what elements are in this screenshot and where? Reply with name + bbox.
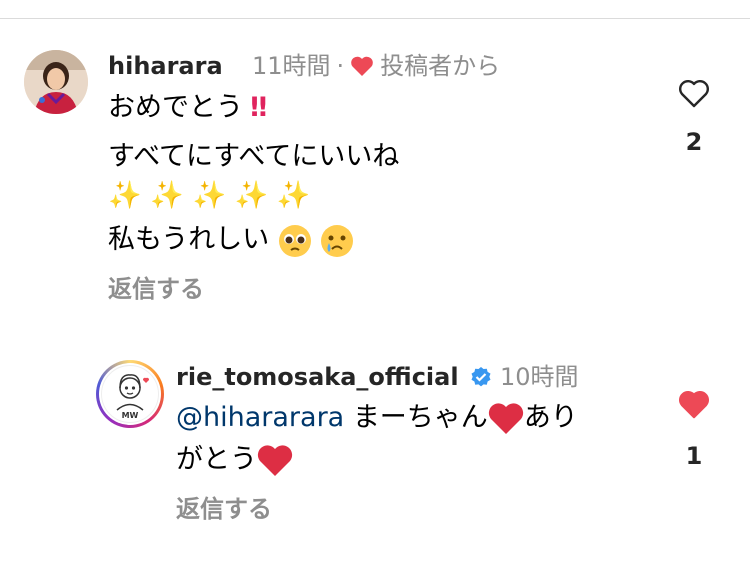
comment-reply-button[interactable]: 返信する bbox=[108, 274, 204, 304]
pleading-face-icon bbox=[278, 224, 311, 257]
sparkles-row: ✨ ✨ ✨ ✨ ✨ bbox=[108, 176, 311, 216]
sparkles-icon: ✨ bbox=[234, 180, 269, 211]
double-exclamation-icon: !! bbox=[243, 92, 269, 123]
meta-separator: · bbox=[336, 52, 345, 80]
verified-badge-icon bbox=[471, 367, 491, 387]
sparkles-icon: ✨ bbox=[150, 180, 184, 211]
reply-mention-link[interactable]: @hihararara bbox=[176, 402, 344, 433]
sparkles-icon: ✨ bbox=[276, 180, 311, 211]
illustrated-face-logo-icon: MW bbox=[116, 374, 150, 420]
reply-time: 10時間 bbox=[500, 363, 579, 391]
comment-line-1-text: おめでとう bbox=[108, 92, 243, 123]
top-divider bbox=[0, 18, 750, 19]
red-heart-icon bbox=[488, 402, 523, 434]
reply-text-1-tail: あり bbox=[523, 402, 578, 433]
sparkles-icon: ✨ bbox=[108, 180, 142, 211]
comment-line-2: すべてにすべてにいいね bbox=[108, 141, 400, 172]
reply-reply-button[interactable]: 返信する bbox=[176, 494, 272, 524]
comment-like-button[interactable] bbox=[676, 77, 712, 111]
reply-username[interactable]: rie_tomosaka_official bbox=[176, 362, 459, 392]
reply-line-2: がとう bbox=[176, 440, 293, 480]
reply-like-button[interactable] bbox=[676, 388, 712, 422]
reply-text-2: がとう bbox=[176, 444, 257, 475]
reply-line-1: @hihararara まーちゃん あり bbox=[176, 398, 578, 438]
comment-line-3: 私もうれしい bbox=[108, 220, 354, 260]
comment-meta: 11時間 · 投稿者から bbox=[252, 51, 500, 81]
comment-like-count: 2 bbox=[685, 128, 703, 156]
comment-line-3-text: 私もうれしい bbox=[108, 224, 270, 255]
sparkles-icon: ✨ bbox=[192, 180, 227, 211]
creator-heart-icon bbox=[351, 56, 373, 76]
reply-username-text: rie_tomosaka_official bbox=[176, 363, 459, 391]
crying-face-icon bbox=[321, 224, 354, 257]
red-heart-icon bbox=[257, 444, 293, 476]
reply-like-count: 1 bbox=[685, 442, 703, 470]
reply-text-1: まーちゃん bbox=[352, 402, 488, 433]
avatar-logo: MW bbox=[101, 365, 159, 423]
comment-time: 11時間 bbox=[252, 52, 331, 80]
heart-filled-icon bbox=[679, 391, 709, 419]
creator-like-label: 投稿者から bbox=[380, 52, 501, 80]
avatar-initials: MW bbox=[122, 411, 139, 420]
replier-avatar[interactable]: MW bbox=[96, 360, 164, 428]
heart-outline-icon bbox=[679, 80, 709, 108]
commenter-avatar[interactable] bbox=[24, 50, 88, 114]
comment-line-1: おめでとう !! bbox=[108, 88, 269, 128]
profile-photo-icon bbox=[24, 50, 88, 114]
comment-username[interactable]: hiharara bbox=[108, 51, 223, 81]
avatar-ring-inner: MW bbox=[99, 363, 161, 425]
